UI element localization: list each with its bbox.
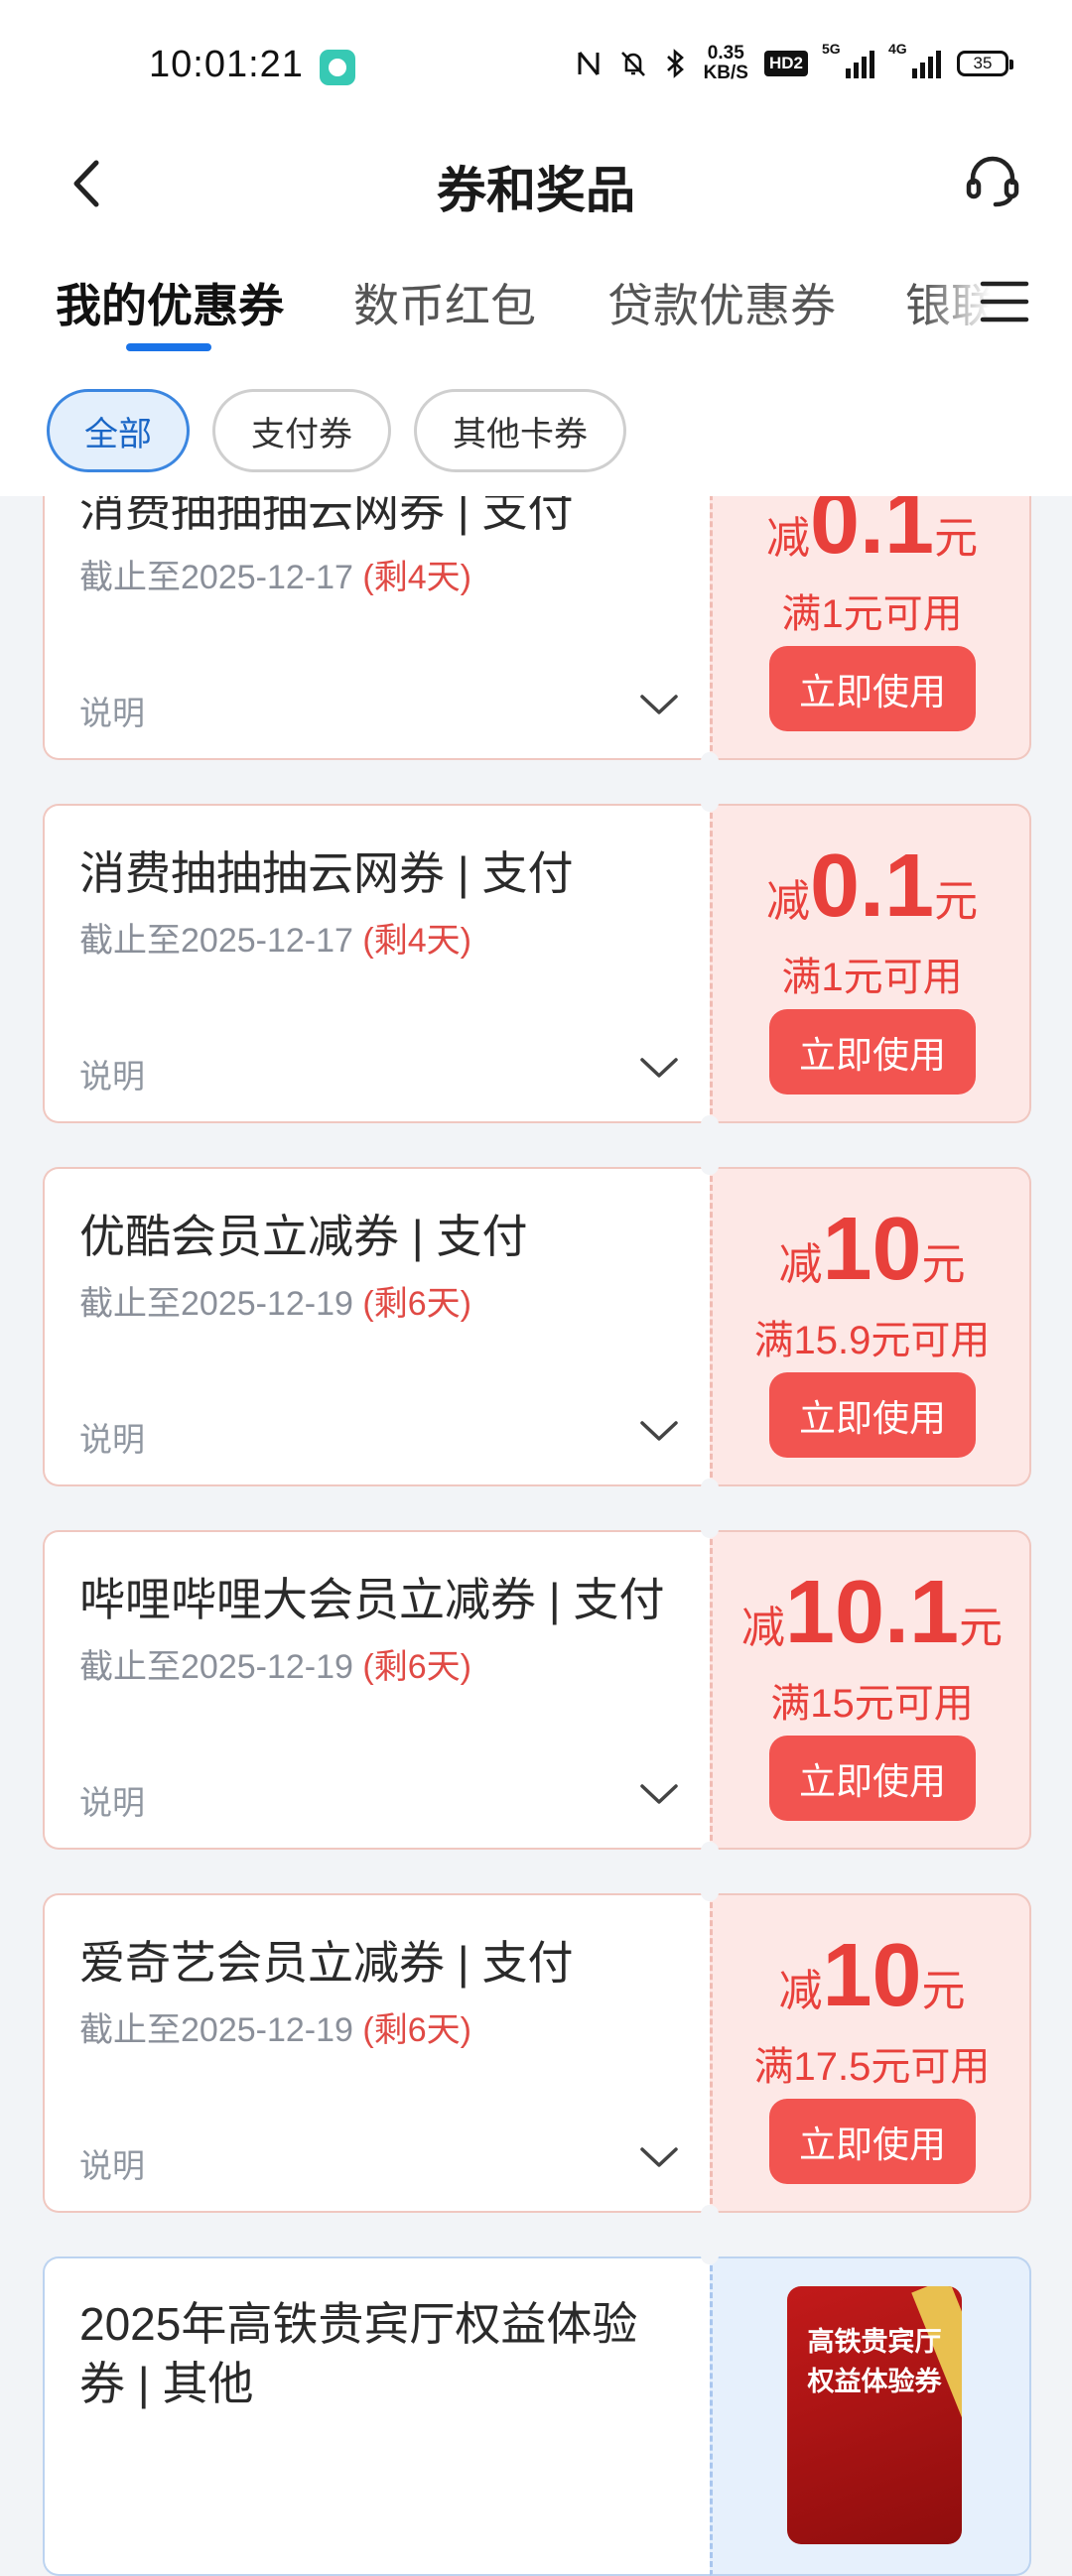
customer-service-icon[interactable] — [958, 147, 1027, 216]
coupon-description-toggle[interactable]: 说明 — [79, 687, 145, 734]
signal-4g-icon: 4G — [888, 41, 941, 78]
coupon-deadline: 截止至2025-12-19 (剩6天) — [79, 2011, 471, 2049]
coupon-title: 爱奇艺会员立减券 | 支付 — [79, 1937, 574, 1989]
coupon-amount: 减0.1元 — [765, 837, 979, 936]
coupon-remaining: (剩6天) — [362, 1648, 471, 1686]
chevron-down-icon[interactable] — [636, 683, 682, 728]
use-now-button[interactable]: 立即使用 — [769, 1372, 976, 1458]
coupon-description-toggle[interactable]: 说明 — [79, 1413, 145, 1461]
coupon-info: 哔哩哔哩大会员立减券 | 支付 截止至2025-12-19 (剩6天) 说明 — [43, 1530, 710, 1850]
use-now-button[interactable]: 立即使用 — [769, 1736, 976, 1821]
header-area: 10:01:21 0.35 KB/S HD2 5G 4G 35 券和奖品 我的优惠… — [0, 0, 1072, 496]
coupon-condition: 满1元可用 — [781, 956, 963, 999]
coupon-remaining: (剩6天) — [362, 2011, 471, 2049]
coupon-condition: 满17.5元可用 — [753, 2045, 991, 2089]
coupon-description-toggle[interactable]: 说明 — [79, 1776, 145, 1824]
menu-icon[interactable] — [975, 272, 1034, 331]
coupon-notch — [701, 1479, 719, 1496]
coupon-notch — [701, 1520, 719, 1538]
hd-voice-badge: HD2 — [763, 51, 808, 76]
hsr-lounge-image: 高铁贵宾厅 权益体验券 — [787, 2286, 962, 2544]
active-tab-indicator — [126, 343, 211, 351]
status-bar: 10:01:21 0.35 KB/S HD2 5G 4G 35 — [0, 0, 1072, 129]
coupon-amount: 减10元 — [778, 1926, 966, 2025]
coupon-remaining: (剩4天) — [362, 922, 471, 960]
filter-other-coupons[interactable]: 其他卡券 — [414, 389, 626, 472]
mute-bell-icon — [620, 52, 645, 76]
coupon-info: 消费抽抽抽云网券 | 支付 截止至2025-12-17 (剩4天) 说明 — [43, 804, 710, 1123]
filter-payment-coupons[interactable]: 支付券 — [212, 389, 391, 472]
coupon-info: 爱奇艺会员立减券 | 支付 截止至2025-12-19 (剩6天) 说明 — [43, 1893, 710, 2213]
tab-my-coupons[interactable]: 我的优惠券 — [56, 270, 284, 335]
coupon-deadline: 截止至2025-12-17 (剩4天) — [79, 922, 471, 960]
page-title: 券和奖品 — [437, 163, 635, 218]
coupon-remaining: (剩4天) — [362, 559, 471, 596]
nav-bar: 券和奖品 — [0, 129, 1072, 248]
coupon-remaining: (剩6天) — [362, 1285, 471, 1323]
chevron-down-icon[interactable] — [636, 1409, 682, 1455]
coupon-condition: 满15.9元可用 — [753, 1319, 991, 1362]
tab-bar: 我的优惠券 数币红包 贷款优惠券 银联 — [0, 248, 1072, 357]
coupon-description-toggle[interactable]: 说明 — [79, 2139, 145, 2187]
coupon-deadline: 截止至2025-12-19 (剩6天) — [79, 1648, 471, 1686]
coupon-amount: 减10元 — [778, 1200, 966, 1299]
filter-all[interactable]: 全部 — [47, 389, 190, 472]
status-icons: 0.35 KB/S HD2 5G 4G 35 — [575, 41, 1013, 83]
app-notification-icon — [320, 50, 355, 85]
coupon-title: 哔哩哔哩大会员立减券 | 支付 — [79, 1574, 665, 1625]
coupon-card-hsr-lounge[interactable]: 2025年高铁贵宾厅权益体验 券 | 其他 高铁贵宾厅 权益体验券 — [43, 2247, 1031, 2576]
hsr-lounge-image-text: 高铁贵宾厅 权益体验券 — [807, 2327, 942, 2396]
coupon-notch — [701, 2247, 719, 2264]
coupon-value-panel: 高铁贵宾厅 权益体验券 — [710, 2256, 1031, 2576]
chevron-down-icon[interactable] — [636, 1772, 682, 1818]
coupon-notch — [701, 1883, 719, 1901]
coupon-value-panel: 减10元 满17.5元可用 立即使用 — [710, 1893, 1031, 2213]
coupon-info: 优酷会员立减券 | 支付 截止至2025-12-19 (剩6天) 说明 — [43, 1167, 710, 1486]
use-now-button[interactable]: 立即使用 — [769, 2099, 976, 2184]
coupon-card[interactable]: 爱奇艺会员立减券 | 支付 截止至2025-12-19 (剩6天) 说明 减10… — [43, 1883, 1031, 2223]
signal-5g-icon: 5G — [822, 41, 874, 78]
coupon-info: 2025年高铁贵宾厅权益体验 券 | 其他 — [43, 2256, 710, 2576]
nfc-icon — [578, 52, 600, 75]
coupon-card[interactable]: 哔哩哔哩大会员立减券 | 支付 截止至2025-12-19 (剩6天) 说明 减… — [43, 1520, 1031, 1860]
coupon-title: 消费抽抽抽云网券 | 支付 — [79, 847, 574, 899]
coupon-title: 优酷会员立减券 | 支付 — [79, 1211, 528, 1262]
chevron-down-icon[interactable] — [636, 1046, 682, 1092]
coupon-card[interactable]: 优酷会员立减券 | 支付 截止至2025-12-19 (剩6天) 说明 减10元… — [43, 1157, 1031, 1496]
network-speed: 0.35 KB/S — [703, 43, 748, 83]
coupon-condition: 满1元可用 — [781, 592, 963, 636]
chevron-down-icon[interactable] — [636, 2135, 682, 2181]
coupon-description-toggle[interactable]: 说明 — [79, 1050, 145, 1097]
coupon-deadline: 截止至2025-12-17 (剩4天) — [79, 559, 471, 596]
coupon-notch — [701, 1115, 719, 1133]
coupon-notch — [701, 794, 719, 812]
coupon-value-panel: 减10元 满15.9元可用 立即使用 — [710, 1167, 1031, 1486]
battery-icon: 35 — [957, 51, 1013, 76]
coupon-notch — [701, 1157, 719, 1175]
coupon-condition: 满15元可用 — [770, 1682, 974, 1726]
coupon-deadline: 截止至2025-12-19 (剩6天) — [79, 1285, 471, 1323]
status-time: 10:01:21 — [149, 44, 304, 85]
coupon-notch — [701, 752, 719, 770]
coupon-card[interactable]: 消费抽抽抽云网券 | 支付 截止至2025-12-17 (剩4天) 说明 减0.… — [43, 794, 1031, 1133]
use-now-button[interactable]: 立即使用 — [769, 1009, 976, 1095]
filter-chips: 全部 支付券 其他卡券 — [0, 389, 1072, 478]
coupon-notch — [701, 1842, 719, 1860]
coupon-title: 2025年高铁贵宾厅权益体验 券 | 其他 — [79, 2298, 638, 2409]
coupon-amount: 减10.1元 — [740, 1563, 1004, 1662]
bluetooth-icon — [666, 49, 684, 78]
coupon-value-panel: 减10.1元 满15元可用 立即使用 — [710, 1530, 1031, 1850]
coupon-value-panel: 减0.1元 满1元可用 立即使用 — [710, 804, 1031, 1123]
tab-digital-red-packets[interactable]: 数币红包 — [353, 270, 536, 335]
tab-loan-coupons[interactable]: 贷款优惠券 — [607, 270, 836, 335]
coupon-notch — [701, 2205, 719, 2223]
use-now-button[interactable]: 立即使用 — [769, 646, 976, 731]
